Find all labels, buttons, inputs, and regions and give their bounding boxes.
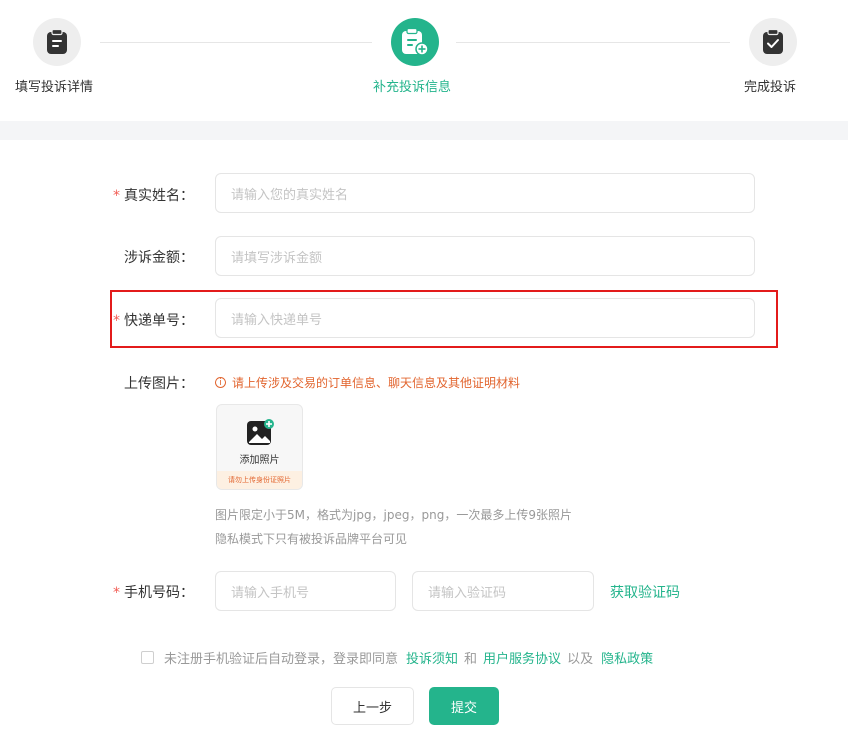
user-agreement-link[interactable]: 用户服务协议: [483, 648, 561, 667]
required-mark: *: [113, 585, 120, 601]
real-name-label-text: 真实姓名：: [124, 188, 194, 204]
submit-button[interactable]: 提交: [429, 687, 499, 725]
agreement-and-also: 以及: [567, 652, 594, 667]
tracking-placeholder: 请输入快递单号: [231, 312, 323, 328]
step-2-circle: [391, 18, 439, 66]
add-photo-text: 添加照片: [239, 455, 280, 466]
amount-label: 涉诉金额：: [124, 250, 194, 266]
agreement-row: 未注册手机验证后自动登录，登录即同意 投诉须知 和 用户服务协议 以及 隐私政策: [141, 648, 653, 667]
step-1-circle: [33, 18, 81, 66]
code-placeholder: 请输入验证码: [428, 585, 507, 601]
phone-label-text: 手机号码：: [124, 585, 194, 601]
verification-code-input[interactable]: 请输入验证码: [412, 571, 594, 611]
agreement-text: 未注册手机验证后自动登录，登录即同意: [164, 652, 399, 667]
upload-limit-note: 图片限定小于5M，格式为jpg，jpeg，png，一次最多上传9张照片: [215, 508, 572, 522]
real-name-label: * 真实姓名：: [113, 185, 194, 205]
real-name-placeholder: 请输入您的真实姓名: [231, 187, 349, 203]
tracking-label-text: 快递单号：: [124, 313, 194, 329]
tracking-number-input[interactable]: 请输入快递单号: [215, 298, 755, 338]
step-3-circle: [749, 18, 797, 66]
upload-warning-tip: 请勿上传身份证照片: [217, 471, 302, 489]
info-icon: i: [215, 377, 226, 388]
amount-placeholder: 请填写涉诉金额: [231, 250, 323, 266]
real-name-input[interactable]: 请输入您的真实姓名: [215, 173, 755, 213]
section-divider: [0, 121, 848, 140]
step-connector-1: [100, 42, 372, 43]
clipboard-list-icon: [47, 29, 67, 54]
upload-hint-text: 请上传涉及交易的订单信息、聊天信息及其他证明材料: [232, 376, 521, 390]
agreement-and: 和: [464, 652, 478, 667]
get-code-link[interactable]: 获取验证码: [610, 582, 680, 602]
step-1-label: 填写投诉详情: [15, 80, 94, 95]
privacy-policy-link[interactable]: 隐私政策: [601, 648, 653, 667]
complaint-notice-link[interactable]: 投诉须知: [406, 648, 458, 667]
step-3-label: 完成投诉: [744, 80, 797, 95]
upload-label: 上传图片：: [124, 376, 194, 392]
agreement-checkbox[interactable]: [141, 651, 154, 664]
step-connector-2: [456, 42, 730, 43]
tracking-label: * 快递单号：: [113, 310, 194, 330]
add-image-icon: [247, 419, 274, 445]
step-2-label: 补充投诉信息: [373, 80, 452, 95]
upload-hint: i 请上传涉及交易的订单信息、聊天信息及其他证明材料: [215, 374, 520, 391]
required-mark: *: [113, 188, 120, 204]
phone-label: * 手机号码：: [113, 582, 194, 602]
privacy-note: 隐私模式下只有被投诉品牌平台可见: [215, 532, 408, 546]
add-photo-button[interactable]: 添加照片 请勿上传身份证照片: [216, 404, 303, 490]
phone-input[interactable]: 请输入手机号: [215, 571, 396, 611]
phone-placeholder: 请输入手机号: [231, 585, 310, 601]
clipboard-check-icon: [763, 29, 783, 54]
required-mark: *: [113, 313, 120, 329]
previous-step-button[interactable]: 上一步: [331, 687, 414, 725]
clipboard-add-icon: [402, 28, 429, 56]
amount-input[interactable]: 请填写涉诉金额: [215, 236, 755, 276]
